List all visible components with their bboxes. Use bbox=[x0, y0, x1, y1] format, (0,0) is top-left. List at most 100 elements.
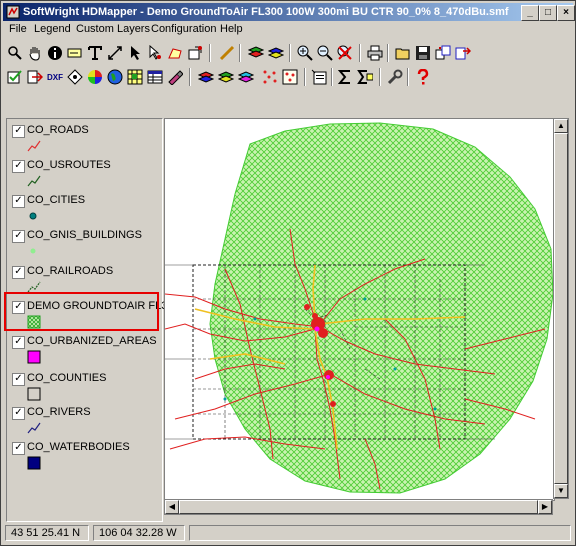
select-arrow-icon[interactable] bbox=[145, 43, 165, 63]
toolbar-separator bbox=[209, 44, 211, 62]
pan-hand-icon[interactable] bbox=[25, 43, 45, 63]
layer-visibility-checkbox[interactable]: ✓ bbox=[12, 373, 25, 386]
zoom-in-icon[interactable] bbox=[295, 43, 315, 63]
zoom-clear-icon[interactable] bbox=[335, 43, 355, 63]
map-info-icon[interactable] bbox=[309, 67, 329, 87]
zoom-out-icon[interactable] bbox=[315, 43, 335, 63]
menu-help[interactable]: Help bbox=[220, 23, 243, 35]
layer-name: CO_COUNTIES bbox=[27, 372, 107, 384]
building-dot-icon bbox=[30, 248, 36, 254]
zoom-select-icon[interactable] bbox=[5, 43, 25, 63]
measure-icon[interactable] bbox=[105, 43, 125, 63]
scroll-up-button[interactable]: ▲ bbox=[554, 119, 568, 133]
table-icon[interactable] bbox=[145, 67, 165, 87]
legend-layer-counties[interactable]: ✓ CO_COUNTIES bbox=[7, 369, 162, 404]
import-icon[interactable] bbox=[25, 67, 45, 87]
close-button[interactable]: × bbox=[557, 5, 575, 21]
selected-layer-highlight bbox=[4, 292, 159, 331]
waterbody-fill-icon bbox=[27, 456, 41, 470]
layers-remove-icon[interactable] bbox=[216, 67, 236, 87]
toolbar-separator bbox=[387, 44, 389, 62]
status-bar: 43 51 25.41 N 106 04 32.28 W bbox=[3, 524, 573, 543]
points-edit-icon[interactable] bbox=[280, 67, 300, 87]
app-window: SoftWright HDMapper - Demo GroundToAir F… bbox=[0, 0, 576, 546]
toolbar-separator bbox=[239, 44, 241, 62]
menu-legend[interactable]: Legend bbox=[34, 23, 71, 35]
globe-icon[interactable] bbox=[105, 67, 125, 87]
menu-bar: File Legend Custom Layers Configuration … bbox=[3, 22, 573, 39]
minimize-button[interactable]: _ bbox=[521, 5, 539, 21]
legend-layer-waterbodies[interactable]: ✓ CO_WATERBODIES bbox=[7, 438, 162, 473]
layer-visibility-checkbox[interactable]: ✓ bbox=[12, 442, 25, 455]
layer-name: CO_RAILROADS bbox=[27, 265, 114, 277]
menu-file[interactable]: File bbox=[9, 23, 27, 35]
print-icon[interactable] bbox=[365, 43, 385, 63]
status-message bbox=[189, 525, 571, 541]
points-icon[interactable] bbox=[260, 67, 280, 87]
sum-icon[interactable] bbox=[335, 67, 355, 87]
gps-icon[interactable] bbox=[65, 67, 85, 87]
help-icon[interactable] bbox=[413, 67, 433, 87]
open-icon[interactable] bbox=[393, 43, 413, 63]
save-icon[interactable] bbox=[413, 43, 433, 63]
scroll-down-button[interactable]: ▼ bbox=[554, 484, 568, 498]
map-vertical-scrollbar[interactable]: ▲ ▼ bbox=[553, 118, 569, 499]
vertical-scroll-thumb[interactable] bbox=[554, 133, 568, 484]
layers-edit-icon[interactable] bbox=[236, 67, 256, 87]
layer-name: CO_ROADS bbox=[27, 124, 89, 136]
draw-line-icon[interactable] bbox=[217, 43, 237, 63]
main-toolbar bbox=[3, 41, 573, 65]
layer-visibility-checkbox[interactable]: ✓ bbox=[12, 195, 25, 208]
layer-name: CO_USROUTES bbox=[27, 159, 111, 171]
label-icon[interactable] bbox=[65, 43, 85, 63]
menu-configuration[interactable]: Configuration bbox=[151, 23, 216, 35]
map-horizontal-scrollbar[interactable]: ◀ ▶ bbox=[164, 499, 553, 515]
copy-map-icon[interactable] bbox=[433, 43, 453, 63]
coverage-area bbox=[209, 122, 554, 494]
layer-visibility-checkbox[interactable]: ✓ bbox=[12, 230, 25, 243]
layer-name: CO_WATERBODIES bbox=[27, 441, 130, 453]
wrench-icon[interactable] bbox=[385, 67, 405, 87]
grid-icon[interactable] bbox=[125, 67, 145, 87]
layer-visibility-checkbox[interactable]: ✓ bbox=[12, 407, 25, 420]
maximize-button[interactable]: □ bbox=[539, 5, 557, 21]
app-logo-icon bbox=[6, 5, 20, 19]
sum-edit-icon[interactable] bbox=[355, 67, 375, 87]
toolbar-separator bbox=[359, 44, 361, 62]
dxf-label: DXF bbox=[47, 72, 63, 82]
scroll-right-button[interactable]: ▶ bbox=[538, 500, 552, 514]
legend-layer-gnis-buildings[interactable]: ✓ CO_GNIS_BUILDINGS bbox=[7, 226, 162, 261]
menu-custom-layers[interactable]: Custom Layers bbox=[76, 23, 150, 35]
pointer-icon[interactable] bbox=[125, 43, 145, 63]
horizontal-scroll-thumb[interactable] bbox=[179, 500, 538, 514]
toolbar-separator bbox=[304, 68, 306, 86]
info-icon[interactable] bbox=[45, 43, 65, 63]
legend-layer-roads[interactable]: ✓ CO_ROADS bbox=[7, 121, 162, 156]
map-canvas[interactable] bbox=[164, 118, 555, 501]
export-icon[interactable] bbox=[453, 43, 473, 63]
map-drawing[interactable] bbox=[165, 119, 554, 500]
title-bar[interactable]: SoftWright HDMapper - Demo GroundToAir F… bbox=[3, 3, 575, 21]
text-icon[interactable] bbox=[85, 43, 105, 63]
legend-layer-cities[interactable]: ✓ CO_CITIES bbox=[7, 191, 162, 226]
check-icon[interactable] bbox=[5, 67, 25, 87]
legend-layer-urbanized-areas[interactable]: ✓ CO_URBANIZED_AREAS bbox=[7, 332, 162, 367]
layer-visibility-checkbox[interactable]: ✓ bbox=[12, 266, 25, 279]
paint-icon[interactable] bbox=[165, 67, 185, 87]
layer-visibility-checkbox[interactable]: ✓ bbox=[12, 125, 25, 138]
county-fill-icon bbox=[27, 387, 41, 401]
color-icon[interactable] bbox=[85, 67, 105, 87]
scroll-left-button[interactable]: ◀ bbox=[165, 500, 179, 514]
urban-area-fill-icon bbox=[27, 350, 41, 364]
select-area-icon[interactable] bbox=[165, 43, 185, 63]
layers-add-icon[interactable] bbox=[196, 67, 216, 87]
layer-stack-icon[interactable] bbox=[246, 43, 266, 63]
layer-edit-icon[interactable] bbox=[266, 43, 286, 63]
legend-layer-usroutes[interactable]: ✓ CO_USROUTES bbox=[7, 156, 162, 191]
layer-visibility-checkbox[interactable]: ✓ bbox=[12, 160, 25, 173]
legend-layer-rivers[interactable]: ✓ CO_RIVERS bbox=[7, 403, 162, 438]
dxf-icon[interactable]: DXF bbox=[45, 67, 65, 87]
select-polygon-icon[interactable] bbox=[185, 43, 205, 63]
toolbar-separator bbox=[379, 68, 381, 86]
layer-visibility-checkbox[interactable]: ✓ bbox=[12, 336, 25, 349]
